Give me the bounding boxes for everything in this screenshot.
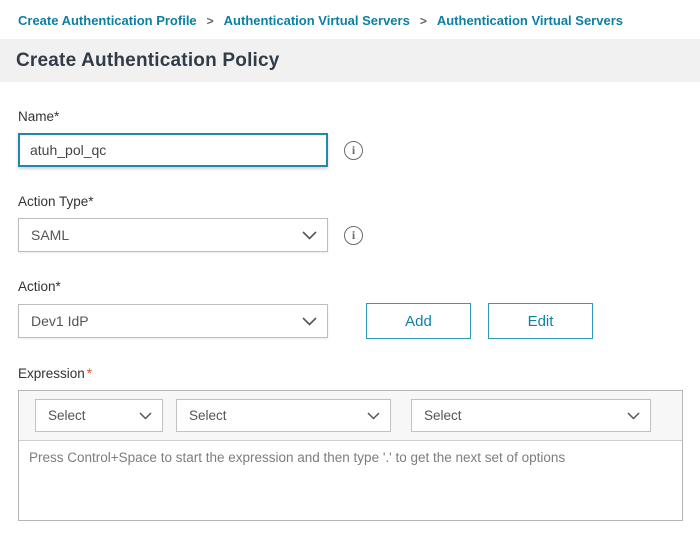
action-type-dropdown[interactable]: SAML <box>18 218 328 252</box>
expression-select-1[interactable]: Select <box>35 399 163 432</box>
name-label: Name* <box>18 109 682 124</box>
expression-input[interactable] <box>19 440 682 520</box>
action-type-label: Action Type* <box>18 194 682 209</box>
create-auth-policy-form: Name* i Action Type* SAML i Action* Dev1… <box>0 109 700 521</box>
action-type-required-mark: * <box>88 194 93 209</box>
expression-builder: Select Select Select <box>18 390 683 521</box>
expression-label: Expression* <box>18 366 682 381</box>
action-dropdown[interactable]: Dev1 IdP <box>18 304 328 338</box>
page-header: Create Authentication Policy <box>0 39 700 82</box>
expression-select-2-value: Select <box>189 408 227 423</box>
info-icon[interactable]: i <box>344 226 363 245</box>
action-required-mark: * <box>56 279 61 294</box>
chevron-down-icon <box>367 408 380 423</box>
breadcrumb-separator: > <box>420 14 427 28</box>
action-selected-value: Dev1 IdP <box>31 313 89 329</box>
chevron-down-icon <box>139 408 152 423</box>
name-required-mark: * <box>54 109 59 124</box>
breadcrumb: Create Authentication Profile > Authentica… <box>0 0 700 28</box>
expression-select-2[interactable]: Select <box>176 399 391 432</box>
breadcrumb-separator: > <box>207 14 214 28</box>
expression-select-3-value: Select <box>424 408 462 423</box>
expression-select-3[interactable]: Select <box>411 399 651 432</box>
expression-required-mark: * <box>87 366 92 381</box>
chevron-down-icon <box>302 227 317 243</box>
add-button[interactable]: Add <box>366 303 471 339</box>
name-input[interactable] <box>18 133 328 167</box>
info-icon[interactable]: i <box>344 141 363 160</box>
action-label: Action* <box>18 279 682 294</box>
action-type-selected-value: SAML <box>31 227 69 243</box>
chevron-down-icon <box>302 313 317 329</box>
breadcrumb-link-auth-virtual-servers-2[interactable]: Authentication Virtual Servers <box>437 13 623 28</box>
chevron-down-icon <box>627 408 640 423</box>
breadcrumb-link-create-auth-profile[interactable]: Create Authentication Profile <box>18 13 197 28</box>
edit-button[interactable]: Edit <box>488 303 593 339</box>
expression-select-row: Select Select Select <box>19 391 682 440</box>
breadcrumb-link-auth-virtual-servers[interactable]: Authentication Virtual Servers <box>224 13 410 28</box>
page-title: Create Authentication Policy <box>16 50 280 72</box>
expression-select-1-value: Select <box>48 408 86 423</box>
